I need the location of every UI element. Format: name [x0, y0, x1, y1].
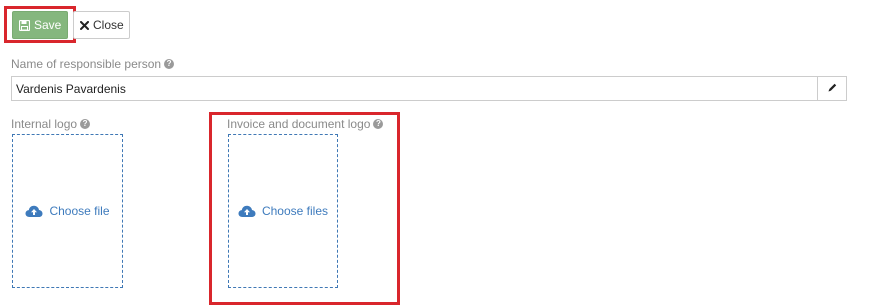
responsible-person-label: Name of responsible person ?	[11, 57, 175, 71]
save-button-label: Save	[34, 18, 62, 32]
close-x-icon	[80, 20, 89, 30]
cloud-upload-icon	[238, 205, 256, 218]
invoice-logo-label: Invoice and document logo ?	[227, 117, 384, 131]
responsible-person-label-text: Name of responsible person	[11, 57, 162, 71]
pencil-icon	[827, 82, 838, 96]
close-button[interactable]: Close	[73, 11, 130, 39]
internal-logo-label-text: Internal logo	[11, 117, 78, 131]
invoice-logo-dropzone[interactable]: Choose files	[228, 134, 338, 288]
help-question-icon[interactable]: ?	[164, 59, 175, 69]
help-question-icon[interactable]: ?	[373, 119, 384, 129]
edit-button[interactable]	[817, 77, 846, 100]
help-question-icon[interactable]: ?	[80, 119, 91, 129]
choose-file-link[interactable]: Choose file	[49, 204, 109, 218]
internal-logo-dropzone[interactable]: Choose file	[12, 134, 123, 288]
close-button-label: Close	[93, 18, 124, 32]
internal-logo-label: Internal logo ?	[11, 117, 91, 131]
responsible-person-input[interactable]	[12, 77, 817, 100]
responsible-person-field	[11, 76, 847, 101]
floppy-disk-icon	[19, 19, 30, 31]
save-button[interactable]: Save	[12, 11, 68, 39]
invoice-logo-label-text: Invoice and document logo	[227, 117, 371, 131]
cloud-upload-icon	[25, 205, 43, 218]
choose-files-link[interactable]: Choose files	[262, 204, 328, 218]
